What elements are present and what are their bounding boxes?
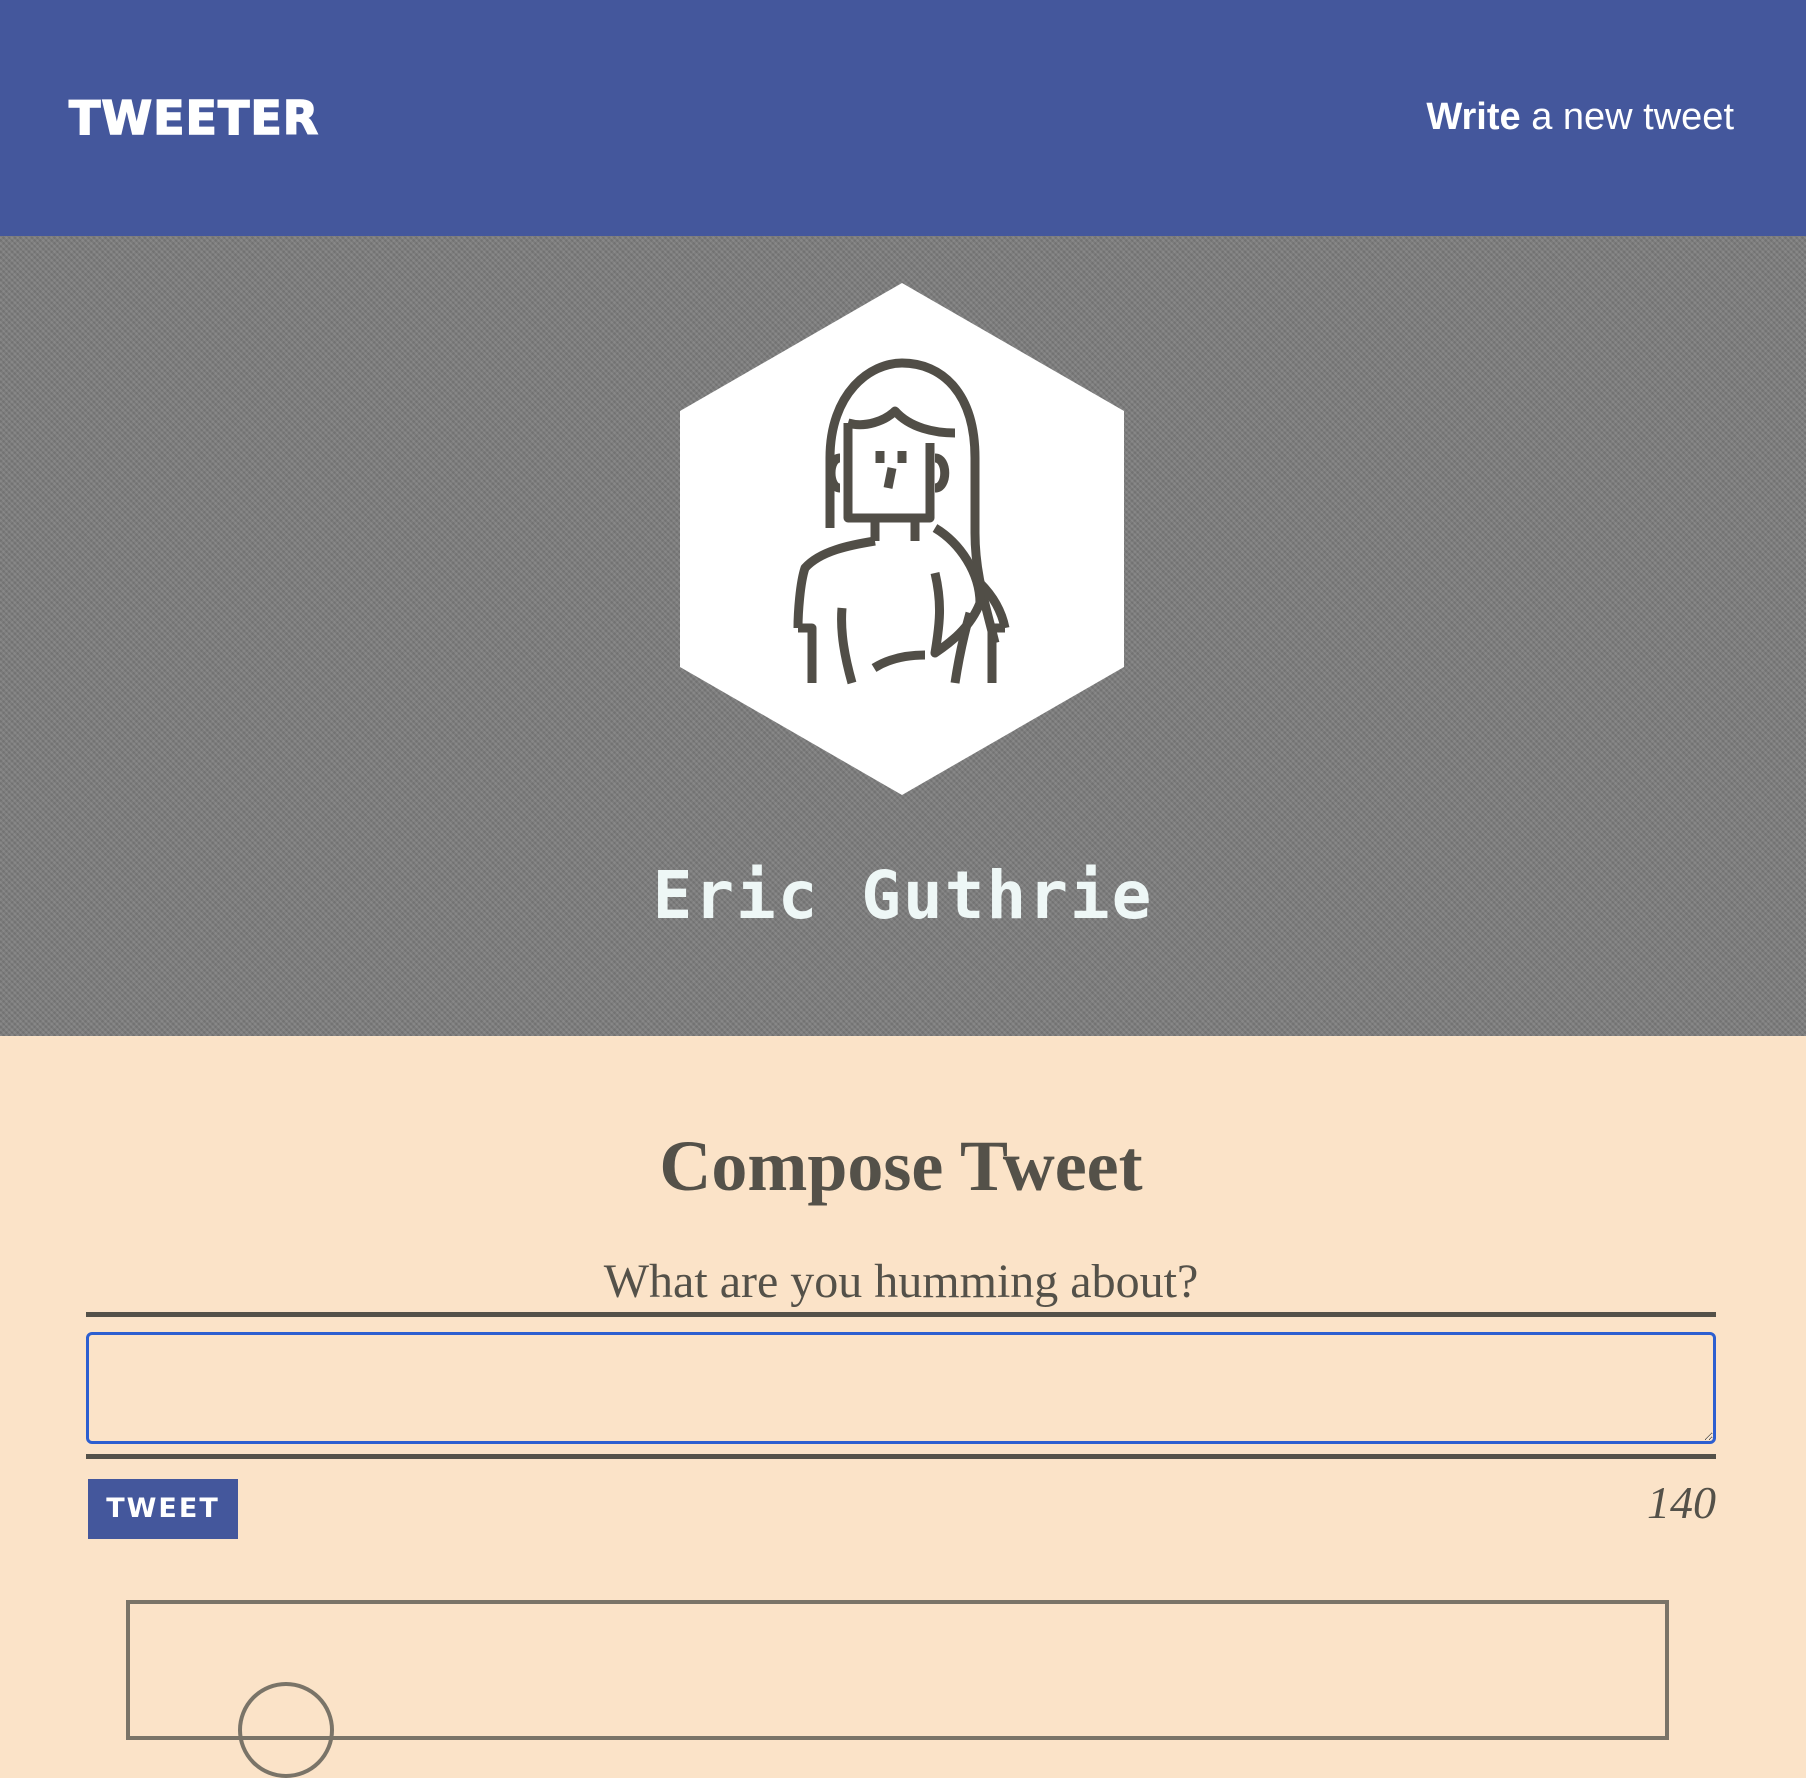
brand-logo[interactable]: TWEETER xyxy=(68,88,319,148)
compose-link-rest: a new tweet xyxy=(1520,96,1734,138)
tweet-card xyxy=(126,1600,1669,1778)
divider-bottom xyxy=(86,1454,1716,1459)
profile-name: Eric Guthrie xyxy=(652,857,1154,934)
user-avatar-icon xyxy=(680,283,1124,795)
top-nav: TWEETER Write a new tweet xyxy=(0,0,1806,236)
tweet-submit-button[interactable]: TWEET xyxy=(88,1479,238,1539)
tweet-author-avatar-icon xyxy=(238,1682,334,1778)
compose-prompt: What are you humming about? xyxy=(603,1255,1199,1308)
profile-header: Eric Guthrie xyxy=(0,236,1806,1036)
compose-actions: TWEET 140 xyxy=(86,1477,1716,1559)
compose-tweet-section: Compose Tweet What are you humming about… xyxy=(86,1120,1716,1559)
character-counter: 140 xyxy=(1647,1477,1716,1528)
compose-toggle-link[interactable]: Write a new tweet xyxy=(1426,92,1734,142)
tweet-text-input[interactable] xyxy=(86,1332,1716,1444)
divider-top xyxy=(86,1312,1716,1317)
compose-title: Compose Tweet xyxy=(659,1126,1143,1206)
compose-link-strong: Write xyxy=(1426,96,1521,138)
